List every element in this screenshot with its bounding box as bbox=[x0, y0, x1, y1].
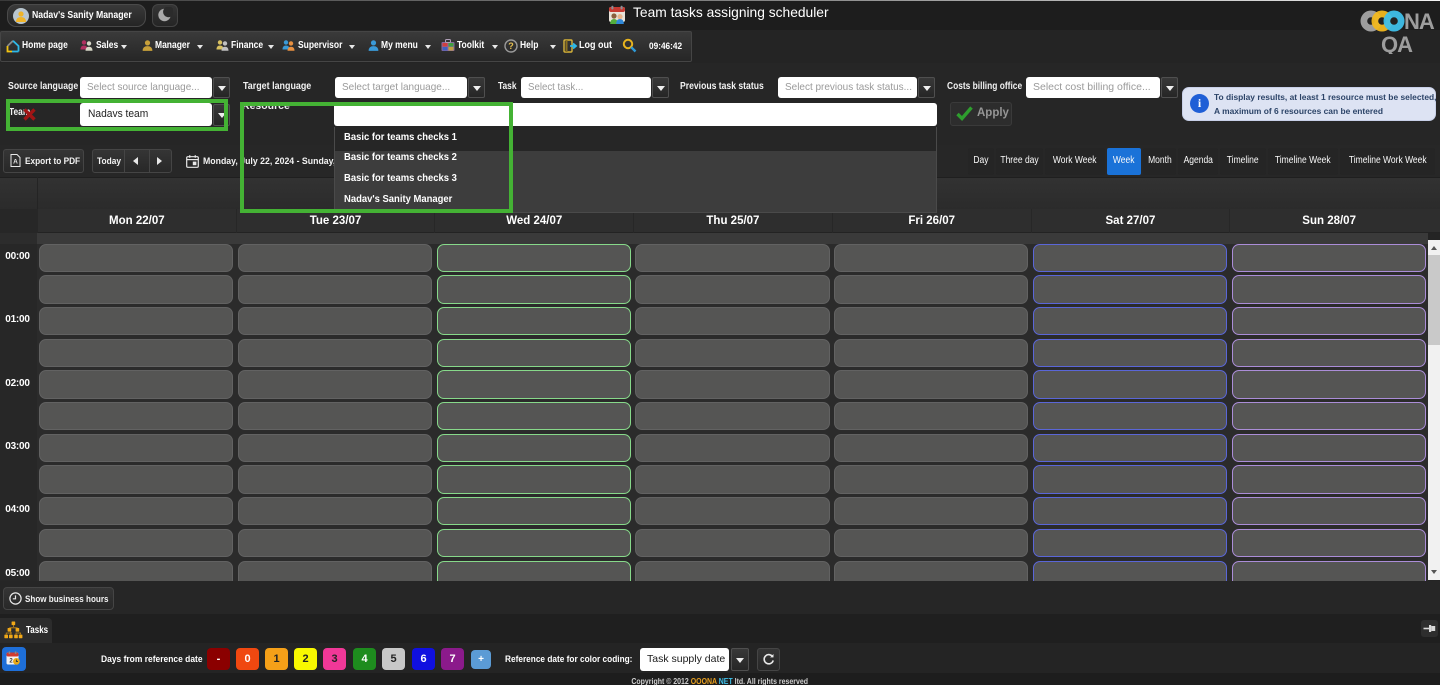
svg-text:NA: NA bbox=[1404, 9, 1435, 34]
svg-text:QA: QA bbox=[1381, 32, 1413, 54]
svg-text:?: ? bbox=[508, 41, 514, 51]
svg-text:A: A bbox=[13, 159, 18, 166]
